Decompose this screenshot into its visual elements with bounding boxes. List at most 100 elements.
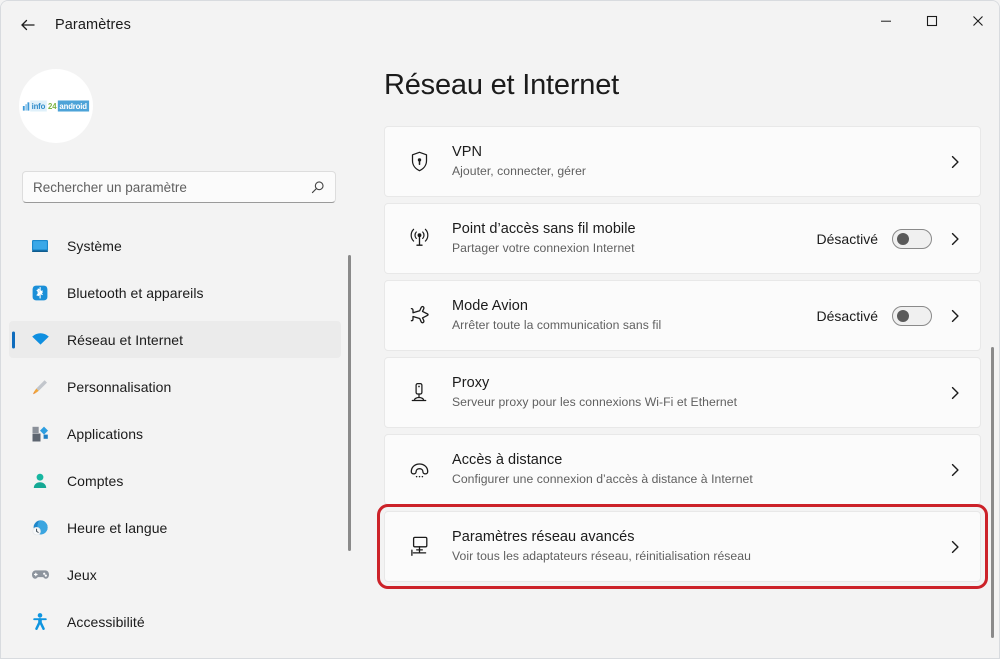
- sidebar-item-label: Jeux: [67, 566, 97, 583]
- chevron-right-icon[interactable]: [946, 538, 964, 556]
- avatar-logo: info 24 android: [23, 100, 89, 112]
- logo-bars-icon: [23, 101, 30, 111]
- chevron-right-icon[interactable]: [946, 384, 964, 402]
- card-text: VPN Ajouter, connecter, gérer: [452, 143, 946, 180]
- card-text: Accès à distance Configurer une connexio…: [452, 451, 946, 488]
- window-title: Paramètres: [55, 17, 131, 33]
- content-scrollbar[interactable]: [991, 347, 994, 638]
- monitor-icon: [29, 235, 51, 257]
- sidebar-item-label: Système: [67, 237, 122, 254]
- sidebar-item-jeux[interactable]: Jeux: [9, 556, 341, 593]
- airplane-mode-toggle[interactable]: [892, 305, 932, 326]
- settings-card-list: VPN Ajouter, connecter, gérer Point d’ac…: [377, 126, 988, 589]
- maximize-icon: [926, 15, 938, 27]
- card-subtitle: Partager votre connexion Internet: [452, 241, 635, 255]
- close-icon: [972, 15, 984, 27]
- card-actions: [946, 384, 964, 402]
- avatar[interactable]: info 24 android: [19, 69, 93, 143]
- maximize-button[interactable]: [909, 1, 955, 41]
- sidebar-item-label: Accessibilité: [67, 613, 145, 630]
- sidebar-scrollbar[interactable]: [348, 255, 351, 551]
- search-input[interactable]: [33, 179, 310, 195]
- sidebar-item-applications[interactable]: Applications: [9, 415, 341, 452]
- settings-window: Paramètres info 24 android Rechercher un…: [0, 0, 1000, 659]
- toggle-state-label: Désactivé: [816, 230, 878, 247]
- card-vpn[interactable]: VPN Ajouter, connecter, gérer: [384, 126, 981, 197]
- sidebar-item-label: Applications: [67, 425, 144, 442]
- sidebar-item-label: Réseau et Internet: [67, 331, 184, 348]
- sidebar-item-reseau-et-internet[interactable]: Réseau et Internet: [9, 321, 341, 358]
- sidebar-item-comptes[interactable]: Comptes: [9, 462, 341, 499]
- logo-24-text: 24: [48, 101, 57, 111]
- chevron-right-icon[interactable]: [946, 230, 964, 248]
- back-button[interactable]: [11, 8, 45, 42]
- card-title: Paramètres réseau avancés: [452, 529, 635, 545]
- chevron-right-icon[interactable]: [946, 153, 964, 171]
- hotspot-icon: [406, 226, 432, 252]
- sidebar-item-systeme[interactable]: Système: [9, 227, 341, 264]
- close-button[interactable]: [955, 1, 999, 41]
- person-icon: [29, 470, 51, 492]
- card-actions: [946, 153, 964, 171]
- card-proxy[interactable]: Proxy Serveur proxy pour les connexions …: [384, 357, 981, 428]
- toggle-knob: [897, 232, 909, 245]
- gamepad-icon: [29, 564, 51, 586]
- back-arrow-icon: [19, 16, 37, 34]
- sidebar-item-label: Personnalisation: [67, 378, 172, 395]
- title-bar: Paramètres: [1, 1, 999, 49]
- sidebar-item-accessibilite[interactable]: Accessibilité: [9, 603, 341, 640]
- card-actions: [946, 461, 964, 479]
- card-text: Proxy Serveur proxy pour les connexions …: [452, 374, 946, 411]
- window-controls: [863, 1, 999, 41]
- network-adapter-icon: [406, 534, 432, 560]
- clock-globe-icon: [29, 517, 51, 539]
- main-content: Réseau et Internet VPN Ajouter, connecte…: [367, 49, 999, 658]
- search-icon: [310, 180, 325, 195]
- hotspot-toggle[interactable]: [892, 228, 932, 249]
- card-title: VPN: [452, 144, 482, 160]
- sidebar: info 24 android Rechercher un paramètre …: [1, 49, 357, 658]
- shield-lock-icon: [406, 149, 432, 175]
- card-title: Proxy: [452, 375, 490, 391]
- proxy-icon: [406, 380, 432, 406]
- card-mode-avion[interactable]: Mode Avion Arrêter toute la communicatio…: [384, 280, 981, 351]
- sidebar-item-label: Comptes: [67, 472, 124, 489]
- paintbrush-icon: [29, 376, 51, 398]
- card-text: Mode Avion Arrêter toute la communicatio…: [452, 297, 817, 334]
- airplane-icon: [406, 303, 432, 329]
- minimize-button[interactable]: [863, 1, 909, 41]
- sidebar-item-bluetooth[interactable]: Bluetooth et appareils: [9, 274, 341, 311]
- minimize-icon: [880, 15, 892, 27]
- accessibility-icon: [29, 611, 51, 633]
- card-subtitle: Ajouter, connecter, gérer: [452, 164, 587, 178]
- card-title: Mode Avion: [452, 298, 529, 314]
- chevron-right-icon[interactable]: [946, 307, 964, 325]
- sidebar-item-heure-et-langue[interactable]: Heure et langue: [9, 509, 341, 546]
- logo-android-text: android: [57, 100, 89, 112]
- card-actions: Désactivé: [816, 228, 964, 249]
- card-subtitle: Serveur proxy pour les connexions Wi-Fi …: [452, 395, 738, 409]
- card-title: Accès à distance: [452, 452, 563, 468]
- card-parametres-reseau-avances[interactable]: Paramètres réseau avancés Voir tous les …: [377, 504, 988, 589]
- page-title: Réseau et Internet: [384, 69, 619, 101]
- chevron-right-icon[interactable]: [946, 461, 964, 479]
- apps-icon: [29, 423, 51, 445]
- sidebar-item-label: Bluetooth et appareils: [67, 284, 204, 301]
- sidebar-nav: Système Bluetooth et appareils Réseau et…: [9, 227, 341, 647]
- sidebar-item-label: Heure et langue: [67, 519, 168, 536]
- bluetooth-icon: [29, 282, 51, 304]
- search-box[interactable]: [22, 171, 336, 203]
- card-point-acces-sans-fil-mobile[interactable]: Point d’accès sans fil mobile Partager v…: [384, 203, 981, 274]
- card-text: Point d’accès sans fil mobile Partager v…: [452, 220, 817, 257]
- card-subtitle: Arrêter toute la communication sans fil: [452, 318, 662, 332]
- card-subtitle: Configurer une connexion d’accès à dista…: [452, 472, 753, 486]
- card-title: Point d’accès sans fil mobile: [452, 221, 636, 237]
- toggle-knob: [897, 309, 909, 322]
- card-subtitle: Voir tous les adaptateurs réseau, réinit…: [452, 549, 751, 563]
- wifi-icon: [29, 329, 51, 351]
- card-actions: [946, 538, 964, 556]
- card-actions: Désactivé: [817, 305, 964, 326]
- dialup-icon: [406, 457, 432, 483]
- card-acces-a-distance[interactable]: Accès à distance Configurer une connexio…: [384, 434, 981, 505]
- sidebar-item-personnalisation[interactable]: Personnalisation: [9, 368, 341, 405]
